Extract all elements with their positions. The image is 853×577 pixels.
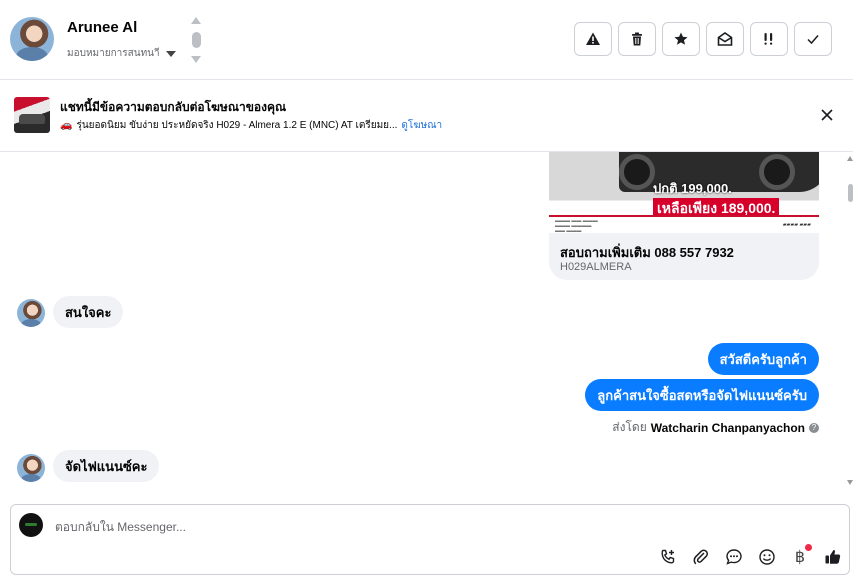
call-add-button[interactable] — [658, 547, 678, 567]
car-wheel — [759, 154, 795, 190]
sender-name: Watcharin Chanpanyachon — [650, 420, 805, 435]
notification-dot — [805, 544, 812, 551]
saved-replies-button[interactable] — [724, 547, 744, 567]
ad-card-title: สอบถามเพิ่มเติม 088 557 7932 — [560, 245, 734, 260]
ad-price-normal: ปกติ 199,000. — [653, 181, 732, 196]
ad-reply-banner: แชทนี้มีข้อความตอบกลับต่อโฆษณาของคุณ 🚗 ร… — [0, 80, 853, 152]
outgoing-message[interactable]: ลูกค้าสนใจซื้อสดหรือจัดไฟแนนซ์ครับ — [585, 379, 819, 411]
check-icon — [807, 35, 819, 45]
like-button[interactable] — [823, 547, 843, 567]
scrollbar[interactable] — [847, 152, 853, 492]
view-ad-link[interactable]: ดูโฆษณา — [401, 118, 442, 133]
paperclip-icon — [693, 549, 708, 565]
trash-icon — [632, 32, 642, 46]
assign-conversation-dropdown[interactable]: มอบหมายการสนทนาี — [67, 46, 176, 61]
baht-payment-icon: ฿ — [794, 549, 806, 566]
sent-by-line: ส่งโดย Watcharin Chanpanyachon ? — [612, 418, 819, 437]
call-add-icon — [661, 549, 675, 564]
envelope-open-icon — [717, 32, 733, 46]
star-icon — [674, 32, 688, 45]
emoji-icon — [759, 549, 775, 565]
conversation-nav-control[interactable] — [190, 17, 202, 63]
ad-message-card[interactable]: ปกติ 199,000. เหลือเพียง 189,000. ▬▬▬ ▬▬… — [549, 152, 819, 280]
important-icon — [764, 33, 773, 45]
ad-image-footer: ▬▬▬ ▬▬ ▬▬▬ ▬▬▬ ▬▬▬▬ ▬▬ ▬▬▬ ▰▰▰▰ ▰▰▰ — [549, 215, 819, 233]
delete-button[interactable] — [618, 22, 656, 56]
follow-up-button[interactable] — [750, 22, 788, 56]
mark-unread-button[interactable] — [706, 22, 744, 56]
scroll-thumb[interactable] — [848, 184, 853, 202]
incoming-message[interactable]: จัดไฟแนนซ์คะ — [53, 450, 160, 482]
ad-banner-title: แชทนี้มีข้อความตอบกลับต่อโฆษณาของคุณ — [60, 100, 287, 114]
contact-avatar-small[interactable] — [17, 299, 45, 327]
star-button[interactable] — [662, 22, 700, 56]
car-icon: 🚗 — [60, 120, 73, 131]
outgoing-message[interactable]: สวัสดีครับลูกค้า — [707, 343, 819, 375]
ad-image: ปกติ 199,000. เหลือเพียง 189,000. ▬▬▬ ▬▬… — [549, 152, 819, 233]
ad-card-code: H029ALMERA — [560, 261, 632, 273]
contact-avatar[interactable] — [10, 17, 54, 61]
message-thread[interactable]: ปกติ 199,000. เหลือเพียง 189,000. ▬▬▬ ▬▬… — [0, 152, 853, 502]
contact-avatar-small[interactable] — [17, 454, 45, 482]
reply-composer: ฿ — [10, 504, 850, 575]
arrow-up-icon[interactable] — [191, 17, 201, 24]
question-icon[interactable]: ? — [809, 422, 819, 433]
emoji-button[interactable] — [757, 547, 777, 567]
payment-button[interactable]: ฿ — [790, 544, 812, 567]
ad-banner-detail: 🚗 รุ่นยอดนิยม ขับง่าย ประหยัดจริง H029 -… — [60, 118, 442, 133]
ad-fine-print: ▬▬▬ ▬▬ ▬▬▬ ▬▬▬ ▬▬▬▬ ▬▬ ▬▬▬ — [555, 218, 598, 234]
chat-bubble-icon — [726, 549, 742, 565]
nav-handle — [191, 32, 201, 48]
conversation-header: Arunee Al มอบหมายการสนทนาี — [0, 0, 853, 80]
incoming-message[interactable]: สนใจคะ — [53, 296, 124, 328]
ad-thumbnail[interactable] — [14, 97, 50, 133]
thumbs-up-icon — [825, 550, 841, 564]
car-wheel — [619, 154, 655, 190]
report-spam-button[interactable] — [574, 22, 612, 56]
mark-done-button[interactable] — [794, 22, 832, 56]
page-avatar — [19, 513, 43, 537]
dealer-logo: ▰▰▰▰ ▰▰▰ — [782, 222, 811, 228]
ad-text: รุ่นยอดนิยม ขับง่าย ประหยัดจริง H029 - A… — [76, 120, 398, 131]
reply-input[interactable] — [55, 516, 655, 538]
contact-name[interactable]: Arunee Al — [67, 19, 137, 36]
sent-by-prefix: ส่งโดย — [612, 420, 647, 434]
scroll-down-icon[interactable] — [847, 480, 853, 485]
header-actions — [574, 22, 832, 56]
composer-tools: ฿ — [658, 544, 843, 567]
arrow-down-icon[interactable] — [191, 56, 201, 63]
caret-down-icon — [165, 50, 176, 57]
attach-button[interactable] — [691, 547, 711, 567]
assign-label: มอบหมายการสนทนาี — [67, 48, 160, 59]
warning-icon — [586, 32, 600, 45]
close-icon[interactable] — [819, 107, 835, 123]
scroll-up-icon[interactable] — [847, 156, 853, 161]
